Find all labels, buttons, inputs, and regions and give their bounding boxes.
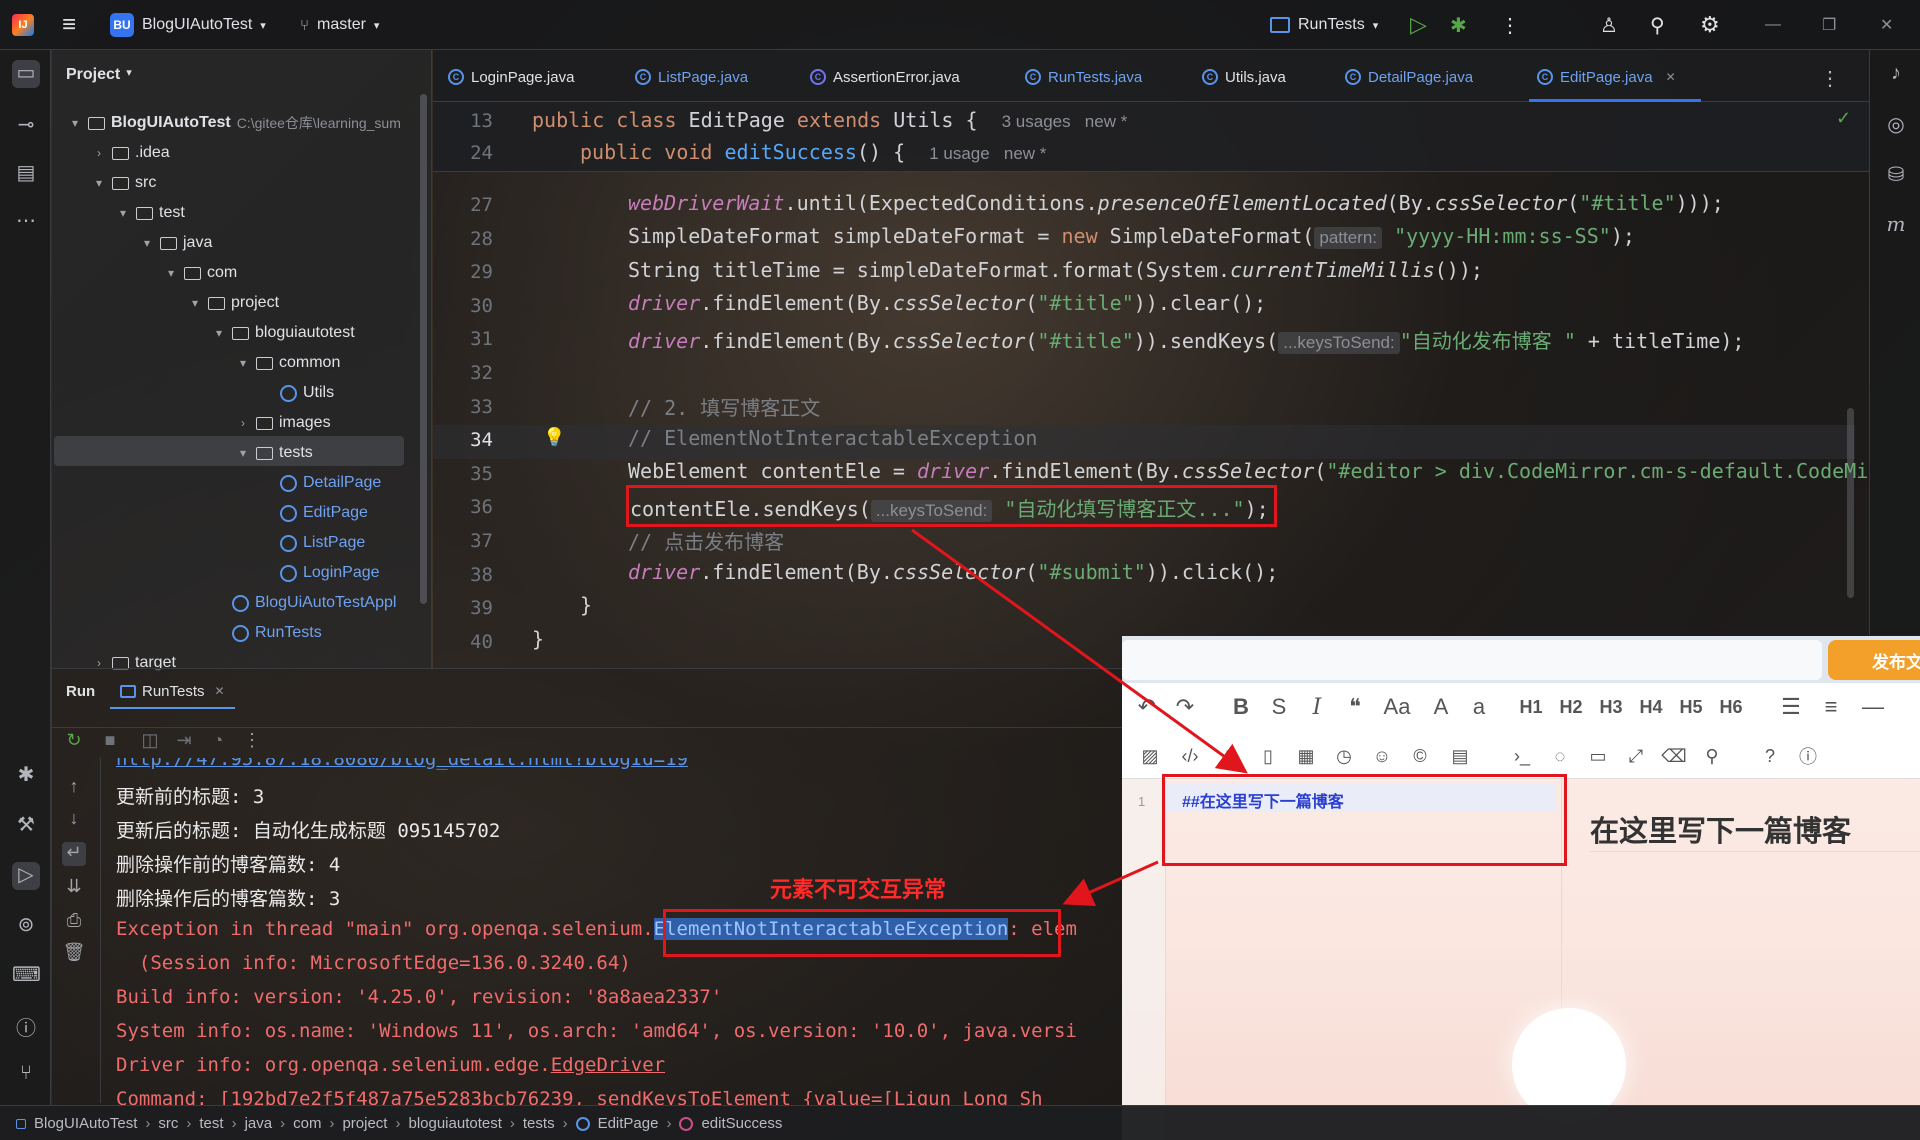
method-icon [679, 1116, 694, 1131]
breadcrumb-separator: › [395, 1115, 401, 1132]
breadcrumb-separator: › [186, 1115, 192, 1132]
arrow-to-exception [1062, 860, 1159, 906]
breadcrumb-item[interactable]: EditPage [598, 1115, 659, 1132]
status-bar: BlogUIAutoTest › src › test › java › com › project… [0, 1105, 1920, 1140]
breadcrumb: BlogUIAutoTest › src › test › java › com › project… [16, 1106, 782, 1140]
breadcrumb-item[interactable]: tests [523, 1115, 555, 1132]
breadcrumb-item[interactable]: bloguiautotest [408, 1115, 501, 1132]
breadcrumb-item[interactable]: editSuccess [701, 1115, 782, 1132]
breadcrumb-separator: › [509, 1115, 515, 1132]
breadcrumb-item[interactable]: BlogUIAutoTest [34, 1115, 137, 1132]
breadcrumb-separator: › [145, 1115, 151, 1132]
module-icon [16, 1118, 26, 1129]
breadcrumb-item[interactable]: test [199, 1115, 223, 1132]
breadcrumb-item[interactable]: project [342, 1115, 387, 1132]
breadcrumb-separator: › [329, 1115, 335, 1132]
breadcrumb-separator: › [562, 1115, 568, 1132]
breadcrumb-separator: › [231, 1115, 237, 1132]
breadcrumb-item[interactable]: com [293, 1115, 321, 1132]
breadcrumb-separator: › [280, 1115, 286, 1132]
breadcrumb-item[interactable]: java [245, 1115, 273, 1132]
arrow-to-editor [911, 528, 1248, 774]
annotation-arrows [911, 528, 1248, 906]
class-icon [575, 1116, 590, 1131]
breadcrumb-item[interactable]: src [158, 1115, 178, 1132]
breadcrumb-separator: › [666, 1115, 672, 1132]
